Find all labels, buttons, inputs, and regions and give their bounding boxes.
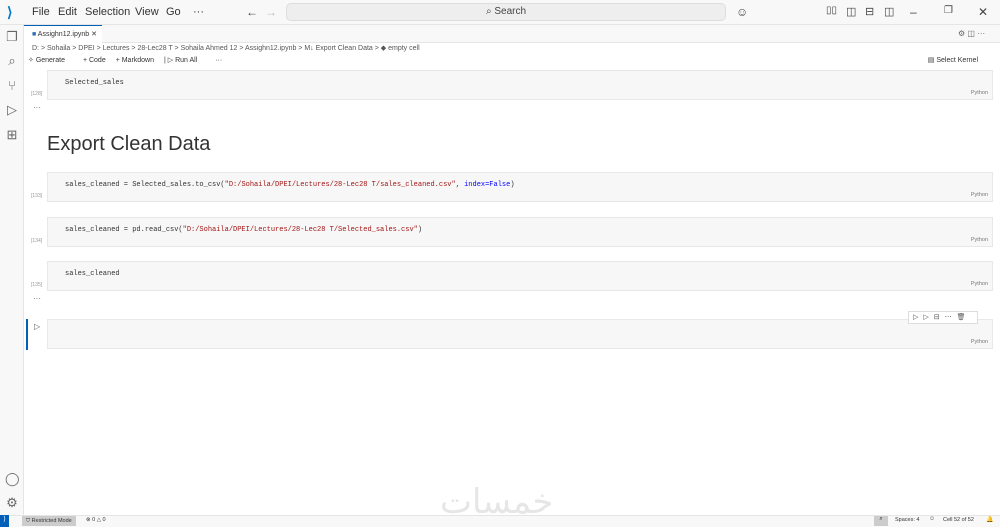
run-debug-icon[interactable]: ▷: [5, 103, 19, 117]
cell-position-indicator[interactable]: Cell 52 of 52: [943, 517, 974, 523]
code-cell[interactable]: Selected_sales Python: [47, 70, 993, 100]
cell-toolbar: ▷▷⊟⋯🗑: [908, 311, 978, 324]
run-cell-icon[interactable]: ▷: [34, 322, 40, 331]
restore-icon[interactable]: ❐: [944, 5, 953, 16]
tab-label: Assighn12.ipynb: [37, 31, 90, 38]
menu-go[interactable]: Go: [166, 6, 181, 18]
notifications-bell-icon[interactable]: 🔔: [986, 516, 993, 523]
search-label: Search: [494, 6, 527, 17]
breadcrumb[interactable]: D: > Sohaila > DPEI > Lectures > 28-Lec2…: [32, 44, 420, 52]
cell-language[interactable]: Python: [971, 237, 988, 243]
cell-code[interactable]: sales_cleaned = Selected_sales.to_csv("D…: [65, 181, 515, 189]
cell-language[interactable]: Python: [971, 281, 988, 287]
toggle-secondary-sidebar-icon[interactable]: ◫: [884, 5, 894, 18]
execution-count: [128]: [31, 91, 43, 97]
settings-gear-icon[interactable]: ⚙: [5, 496, 19, 510]
tab-bar: [24, 25, 1000, 43]
customize-layout-icon[interactable]: ▯▯: [826, 5, 837, 16]
cell-code[interactable]: sales_cleaned: [65, 270, 120, 278]
code-cell[interactable]: sales_cleaned Python: [47, 261, 993, 291]
execution-count: [134]: [31, 238, 43, 244]
execution-count: [135]: [31, 282, 43, 288]
gear-icon[interactable]: ⚙ ◫ ···: [958, 29, 985, 38]
run-above-icon[interactable]: ▷: [913, 314, 923, 321]
menu-file[interactable]: File: [32, 6, 50, 18]
account-icon[interactable]: ◯: [5, 472, 20, 486]
menu-edit[interactable]: Edit: [58, 6, 77, 18]
menu-more[interactable]: ···: [193, 6, 204, 18]
problems-indicator[interactable]: ⊗ 0 △ 0: [86, 517, 106, 523]
focused-cell-indicator: [26, 319, 28, 350]
cell-code[interactable]: Selected_sales: [65, 79, 124, 87]
more-icon[interactable]: ⋯: [945, 314, 957, 321]
minimize-icon[interactable]: –: [910, 5, 917, 19]
extensions-icon[interactable]: ⊞: [5, 128, 19, 142]
tab-close-icon[interactable]: ✕: [91, 31, 97, 38]
zoom-icon[interactable]: ⌕: [874, 516, 888, 526]
cell-language[interactable]: Python: [971, 192, 988, 198]
explorer-icon[interactable]: ❐: [5, 30, 19, 44]
spaces-indicator[interactable]: Spaces: 4: [895, 517, 919, 523]
remote-icon[interactable]: ⟩: [0, 515, 9, 527]
markdown-heading[interactable]: Export Clean Data: [47, 133, 210, 156]
add-markdown-button[interactable]: + Markdown: [116, 57, 154, 64]
select-kernel-button[interactable]: ▤ Select Kernel: [928, 56, 986, 64]
forward-arrow-icon[interactable]: →: [265, 5, 277, 19]
add-code-button[interactable]: + Code: [83, 57, 106, 64]
back-arrow-icon[interactable]: ←: [246, 5, 258, 19]
cell-language[interactable]: Python: [971, 90, 988, 96]
copilot-status-icon[interactable]: ☺: [929, 516, 935, 522]
code-cell[interactable]: sales_cleaned = pd.read_csv("D:/Sohaila/…: [47, 217, 993, 247]
copilot-icon[interactable]: ☺: [736, 5, 748, 19]
status-bar: [0, 515, 1000, 527]
close-icon[interactable]: ✕: [978, 5, 988, 19]
activity-bar: [0, 25, 24, 515]
tab-assighn12[interactable]: ■ Assighn12.ipynb ✕: [24, 25, 102, 43]
vscode-logo-icon: ⟩: [7, 4, 13, 20]
cell-code[interactable]: sales_cleaned = pd.read_csv("D:/Sohaila/…: [65, 226, 422, 234]
execution-count: [133]: [31, 193, 43, 199]
delete-icon[interactable]: 🗑: [957, 314, 971, 321]
menu-view[interactable]: View: [135, 6, 159, 18]
split-cell-icon[interactable]: ⊟: [934, 314, 945, 321]
cell-language[interactable]: Python: [971, 339, 988, 345]
output-collapsed-ellipsis[interactable]: ···: [33, 103, 41, 112]
search-view-icon[interactable]: ⌕: [5, 54, 19, 68]
run-below-icon[interactable]: ▷: [923, 314, 933, 321]
generate-button[interactable]: ✧ Generate: [28, 57, 73, 64]
toggle-panel-icon[interactable]: ⊟: [865, 5, 874, 18]
source-control-icon[interactable]: ⑂: [5, 79, 19, 93]
notebook-toolbar: ✧ Generate + Code + Markdown | ▷ Run All…: [28, 56, 994, 64]
more-actions-button[interactable]: ···: [215, 57, 222, 64]
code-cell[interactable]: sales_cleaned = Selected_sales.to_csv("D…: [47, 172, 993, 202]
run-all-button[interactable]: | ▷ Run All: [164, 57, 205, 64]
toggle-sidebar-icon[interactable]: ◫: [846, 5, 856, 18]
output-collapsed-ellipsis[interactable]: ···: [33, 294, 41, 303]
restricted-mode-badge[interactable]: ⛉ Restricted Mode: [22, 516, 76, 526]
empty-code-cell[interactable]: Python: [47, 319, 993, 349]
search-box[interactable]: ⌕ Search: [286, 3, 726, 21]
menu-selection[interactable]: Selection: [85, 6, 130, 18]
